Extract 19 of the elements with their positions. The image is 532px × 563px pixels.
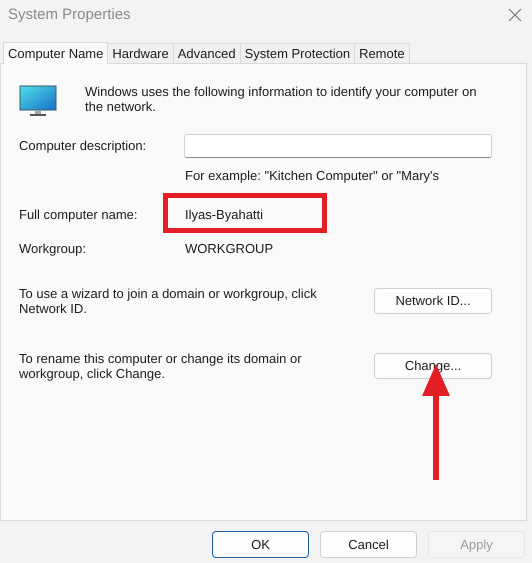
tab[interactable]: Remote — [354, 43, 410, 63]
computer-name-value: Ilyas-Byahatti — [185, 206, 264, 224]
close-icon[interactable] — [508, 8, 522, 22]
tab[interactable]: System Protection — [240, 43, 356, 63]
field-label: Workgroup: — [19, 240, 87, 258]
monitor-icon — [19, 85, 57, 117]
intro-text: Windows uses the following information to identify your computer on the network. — [85, 84, 478, 116]
field-label: Computer description: — [19, 137, 148, 156]
instruction-text: To use a wizard to join a domain or workgroup, click Network ID. — [19, 286, 318, 316]
instruction-text: To rename this computer or change its domain or workgroup, click Change. — [19, 351, 303, 381]
dialog-button[interactable]: OK — [212, 531, 309, 558]
field-label: Full computer name: — [19, 206, 138, 224]
action-button[interactable]: Network ID... — [374, 288, 492, 314]
window-title: System Properties — [8, 4, 131, 25]
dialog-button[interactable]: Cancel — [320, 531, 417, 558]
workgroup-value: WORKGROUP — [185, 240, 274, 258]
tab[interactable]: Computer Name — [3, 42, 108, 64]
hint-text: For example: "Kitchen Computer" or "Mary's — [185, 169, 440, 183]
description-field[interactable] — [184, 134, 492, 158]
